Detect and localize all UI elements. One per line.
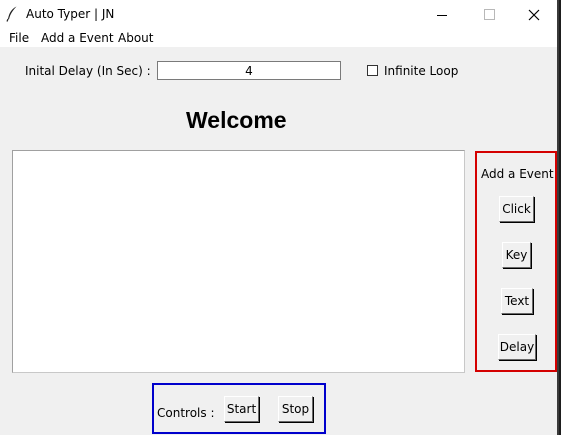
title-bar: Auto Typer | JN [0,0,557,29]
minimize-icon[interactable] [419,0,465,29]
initial-delay-input[interactable] [157,61,341,80]
feather-icon [6,6,17,22]
infinite-loop-label[interactable]: Infinite Loop [384,64,458,78]
add-event-label: Add a Event : [481,167,559,181]
app-window: Auto Typer | JN File Add a Event About I… [0,0,559,435]
add-key-button[interactable]: Key [502,242,531,268]
stop-button[interactable]: Stop [278,396,313,422]
controls-label: Controls : [157,406,215,420]
menu-bar: File Add a Event About [0,29,557,47]
window-title: Auto Typer | JN [26,7,115,21]
menu-about[interactable]: About [118,31,153,45]
initial-delay-label: Inital Delay (In Sec) : [25,64,151,78]
start-button[interactable]: Start [224,396,259,422]
add-delay-button[interactable]: Delay [498,334,536,360]
menu-add-event[interactable]: Add a Event [41,31,114,45]
menu-file[interactable]: File [9,31,29,45]
maximize-icon[interactable] [465,0,511,29]
add-text-button[interactable]: Text [501,288,533,314]
welcome-heading: Welcome [186,107,287,133]
event-list[interactable] [12,150,465,373]
infinite-loop-checkbox[interactable] [367,65,378,76]
close-icon[interactable] [511,0,557,29]
add-click-button[interactable]: Click [499,196,534,222]
